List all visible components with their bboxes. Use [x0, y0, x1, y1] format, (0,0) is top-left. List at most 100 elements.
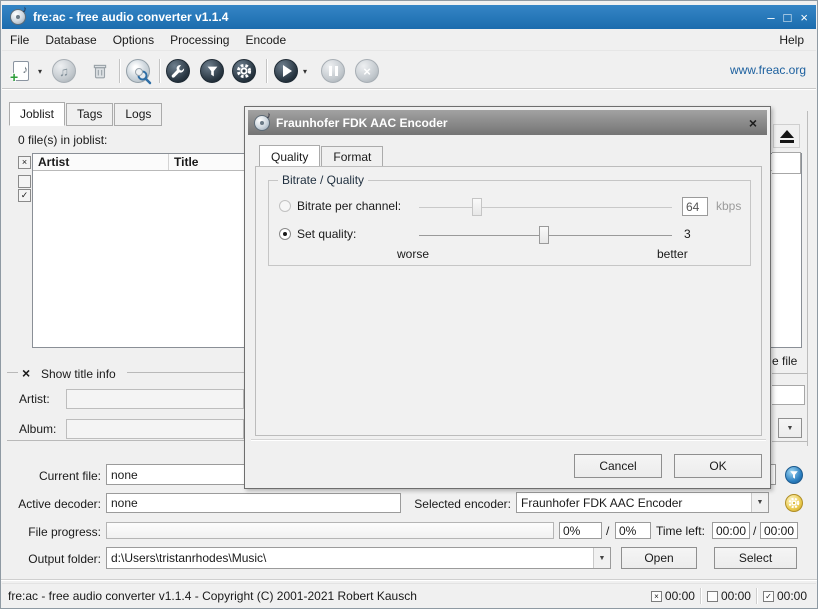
select-none-button[interactable]	[18, 175, 31, 188]
close-button[interactable]: ×	[800, 11, 808, 24]
pause-time-indicator: 00:00	[702, 589, 756, 603]
checked-checkbox-icon[interactable]: ✓	[763, 591, 774, 602]
cd-magnifier-icon	[126, 59, 150, 83]
quality-label: Set quality:	[297, 227, 356, 241]
album-field[interactable]	[66, 419, 244, 439]
toolbar-separator	[119, 59, 121, 83]
statusbar: fre:ac - free audio converter v1.1.4 - C…	[2, 583, 816, 607]
play-icon	[274, 59, 298, 83]
processing-settings-button[interactable]	[198, 57, 226, 85]
active-decoder-label: Active decoder:	[4, 497, 101, 511]
toggle-selection-button[interactable]: ✓	[18, 189, 31, 202]
menu-file[interactable]: File	[2, 30, 37, 50]
general-settings-button[interactable]	[164, 57, 192, 85]
total-time-indicator: ✓ 00:00	[758, 589, 812, 603]
configuration-button[interactable]	[230, 57, 258, 85]
select-folder-button[interactable]: Select	[714, 547, 797, 569]
selected-encoder-dropdown[interactable]: Fraunhofer FDK AAC Encoder ▼	[516, 492, 769, 513]
active-decoder-field[interactable]	[106, 493, 401, 513]
menu-processing[interactable]: Processing	[162, 30, 237, 50]
start-encoding-button[interactable]	[272, 57, 300, 85]
add-files-menu-arrow[interactable]: ▾	[38, 67, 42, 76]
main-tabs: Joblist Tags Logs	[9, 102, 163, 126]
quality-radio[interactable]	[279, 228, 291, 240]
encoder-settings-button[interactable]	[785, 494, 803, 512]
slash-separator: /	[606, 524, 609, 538]
processing-info-button[interactable]	[785, 466, 803, 484]
slash-separator: /	[753, 524, 756, 538]
total-time-field[interactable]	[760, 522, 798, 539]
menu-encode[interactable]: Encode	[237, 30, 294, 50]
stop-encoding-button[interactable]: ×	[353, 57, 381, 85]
statusbar-text: fre:ac - free audio converter v1.1.4 - C…	[8, 589, 417, 603]
open-folder-button[interactable]: Open	[621, 547, 697, 569]
bitrate-value-field[interactable]	[682, 197, 708, 216]
quality-slider-thumb[interactable]	[539, 226, 549, 244]
toolbar-separator	[159, 59, 161, 83]
play-time-indicator: × 00:00	[646, 589, 700, 603]
maximize-button[interactable]: □	[784, 11, 792, 24]
minimize-button[interactable]: –	[767, 11, 774, 24]
better-label: better	[657, 247, 688, 261]
bitrate-label: Bitrate per channel:	[297, 199, 401, 213]
menu-help[interactable]: Help	[773, 30, 810, 50]
current-file-label: Current file:	[4, 469, 101, 483]
app-logo-icon: ♪	[10, 9, 26, 25]
dialog-titlebar: ♪ Fraunhofer FDK AAC Encoder ×	[248, 110, 767, 135]
file-plus-note-icon: ♪ +	[13, 61, 29, 81]
ok-button[interactable]: OK	[674, 454, 762, 478]
menubar: File Database Options Processing Encode …	[2, 29, 816, 51]
tab-joblist[interactable]: Joblist	[9, 102, 65, 126]
album-label: Album:	[19, 422, 56, 436]
tab-tags[interactable]: Tags	[66, 103, 113, 126]
website-link[interactable]: www.freac.org	[730, 63, 806, 77]
encoder-dropdown-arrow-icon[interactable]: ▼	[751, 493, 768, 512]
dialog-title: Fraunhofer FDK AAC Encoder	[276, 116, 448, 130]
column-artist[interactable]: Artist	[33, 154, 169, 170]
artist-field[interactable]	[66, 389, 244, 409]
eject-icon	[780, 130, 794, 138]
cddb-query-button[interactable]	[124, 57, 152, 85]
app-window: ♪ fre:ac - free audio converter v1.1.4 –…	[0, 0, 818, 609]
select-all-button[interactable]: ×	[18, 156, 31, 169]
kbps-unit-label: kbps	[716, 199, 741, 213]
bitrate-slider-thumb[interactable]	[472, 198, 482, 216]
progress-percent-field[interactable]	[559, 522, 602, 539]
cancel-button[interactable]: Cancel	[574, 454, 662, 478]
bitrate-slider-track[interactable]	[419, 207, 672, 208]
remove-all-button[interactable]	[86, 57, 114, 85]
music-note-icon: ♫	[52, 59, 76, 83]
menu-database[interactable]: Database	[37, 30, 104, 50]
add-cd-contents-button[interactable]: ♫	[50, 57, 78, 85]
gold-gear-icon	[788, 497, 800, 509]
artist-label: Artist:	[19, 392, 50, 406]
folder-dropdown-arrow-icon[interactable]: ▼	[593, 548, 610, 568]
empty-checkbox-icon[interactable]	[707, 591, 718, 602]
show-title-info-toggle-icon[interactable]: ×	[22, 365, 30, 381]
window-title: fre:ac - free audio converter v1.1.4	[33, 10, 228, 24]
eject-disc-button[interactable]	[773, 124, 800, 148]
toolbar: ♪ + ▾ ♫	[2, 52, 816, 89]
total-percent-field[interactable]	[615, 522, 651, 539]
crossed-checkbox-icon[interactable]: ×	[651, 591, 662, 602]
dialog-app-icon: ♪	[254, 115, 270, 131]
drive-selector-cut[interactable]	[772, 152, 801, 174]
pause-encoding-button[interactable]	[319, 57, 347, 85]
bitrate-radio[interactable]	[279, 200, 291, 212]
output-folder-dropdown[interactable]: d:\Users\tristanrhodes\Music\ ▼	[106, 547, 611, 569]
file-progress-bar	[106, 522, 554, 539]
genre-dropdown-cut[interactable]: ▼	[778, 418, 802, 438]
time-left-field[interactable]	[712, 522, 750, 539]
titlebar: ♪ fre:ac - free audio converter v1.1.4 –…	[2, 5, 816, 29]
dialog-close-button[interactable]: ×	[749, 115, 757, 131]
joblist-count: 0 file(s) in joblist:	[18, 133, 107, 147]
output-folder-label: Output folder:	[4, 552, 101, 566]
title-info-field-cut[interactable]	[772, 385, 805, 405]
start-encoding-menu-arrow[interactable]: ▾	[303, 67, 307, 76]
blue-funnel-icon	[789, 470, 799, 480]
tab-logs[interactable]: Logs	[114, 103, 162, 126]
show-title-info-label[interactable]: Show title info	[41, 367, 116, 381]
menu-options[interactable]: Options	[105, 30, 162, 50]
add-files-button[interactable]: ♪ +	[7, 57, 35, 85]
group-title: Bitrate / Quality	[278, 173, 368, 187]
